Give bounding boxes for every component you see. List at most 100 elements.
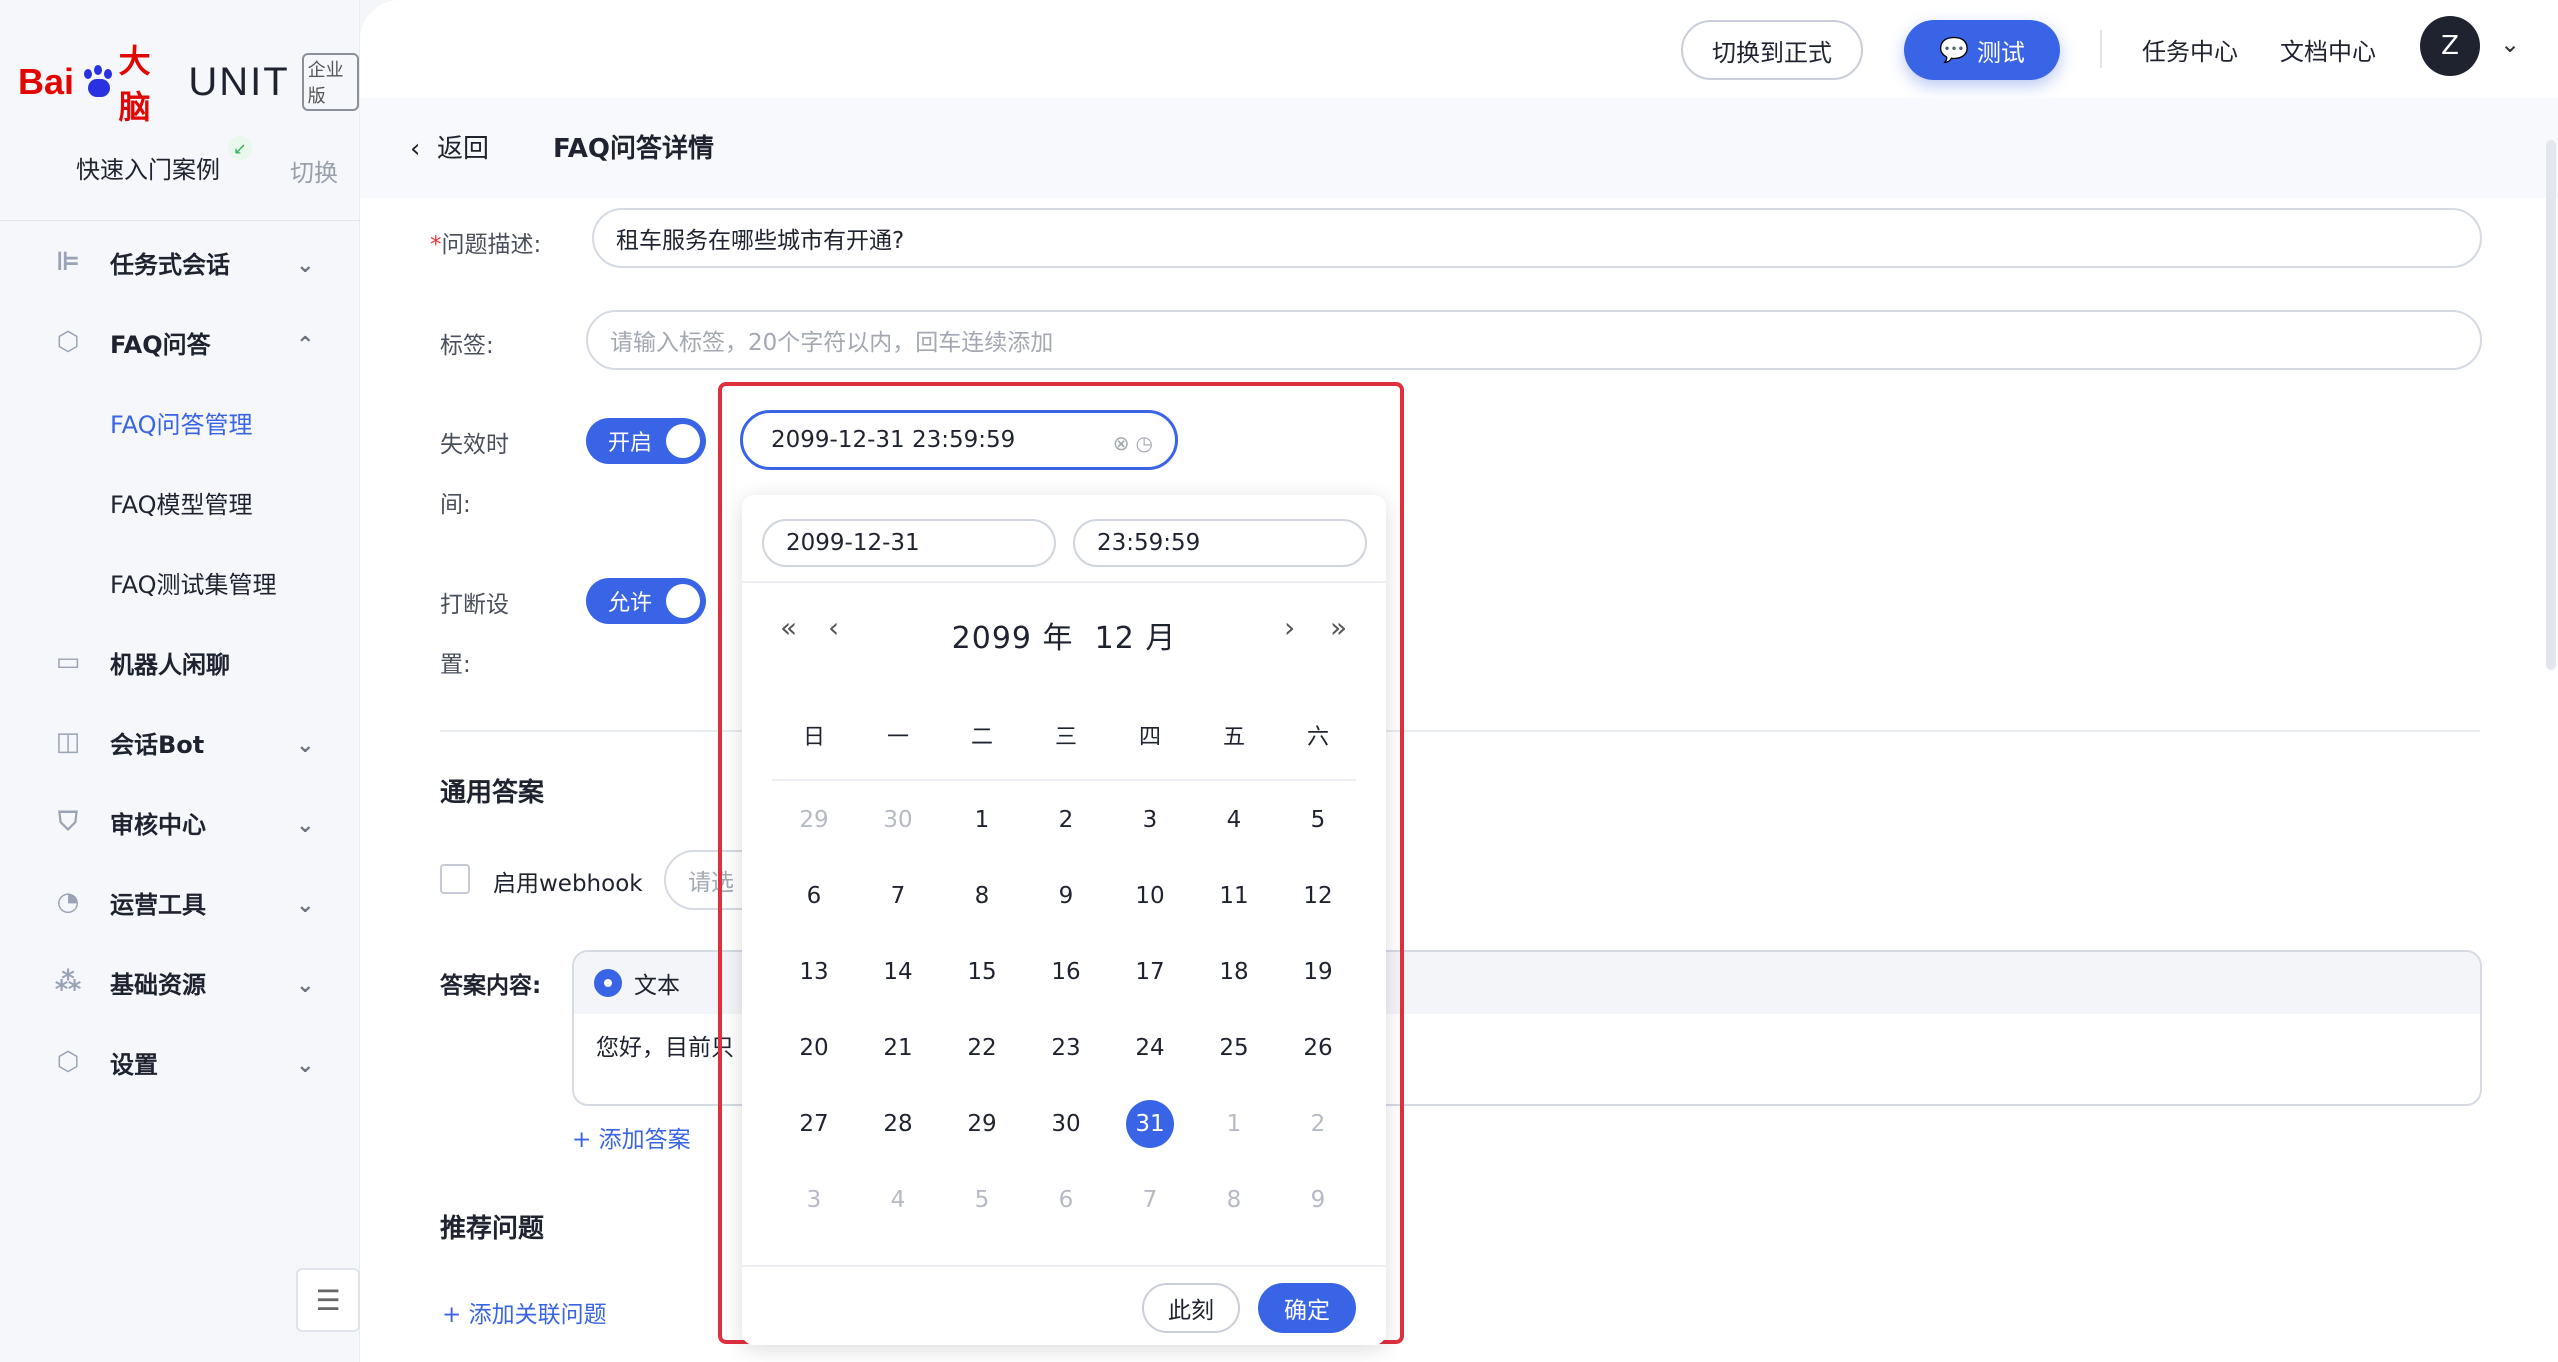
shrink-icon[interactable]: ↙ [228, 136, 252, 160]
confirm-button[interactable]: 确定 [1258, 1283, 1356, 1333]
calendar-day[interactable]: 20 [790, 1024, 838, 1072]
page-title: FAQ问答详情 [553, 134, 715, 164]
calendar-day[interactable]: 18 [1210, 948, 1258, 996]
switch-link[interactable]: 切换 [290, 153, 338, 188]
calendar-day[interactable]: 5 [1294, 796, 1342, 844]
weekday-header: 六 [1306, 725, 1329, 750]
sidebar-item-faq-testset[interactable]: FAQ测试集管理 [0, 542, 360, 622]
calendar-day[interactable]: 24 [1126, 1024, 1174, 1072]
calendar-day[interactable]: 10 [1126, 872, 1174, 920]
calendar-day[interactable]: 4 [1210, 796, 1258, 844]
calendar-day[interactable]: 5 [958, 1176, 1006, 1224]
switch-formal-button[interactable]: 切换到正式 [1681, 20, 1863, 80]
back-label: 返回 [436, 134, 489, 164]
tree-icon: ⊫ [56, 247, 80, 277]
paw-icon [82, 65, 113, 99]
logo[interactable]: Bai 大脑 UNIT 企业版 [18, 42, 359, 126]
chevron-down-icon: ⌄ [296, 1053, 315, 1078]
picker-year[interactable]: 2099 年 [952, 621, 1074, 656]
picker-date-input[interactable]: 2099-12-31 [762, 519, 1056, 567]
calendar-day[interactable]: 16 [1042, 948, 1090, 996]
calendar-day[interactable]: 17 [1126, 948, 1174, 996]
calendar-day[interactable]: 2 [1042, 796, 1090, 844]
sidebar-item-ops[interactable]: ◔ 运营工具 ⌄ [0, 862, 360, 942]
back-button[interactable]: ‹ 返回 [410, 128, 489, 165]
topbar-separator [2100, 30, 2102, 68]
datetime-input[interactable]: 2099-12-31 23:59:59 ⊗ ◷ [740, 410, 1178, 470]
calendar-day[interactable]: 3 [790, 1176, 838, 1224]
doc-center-link[interactable]: 文档中心 [2280, 32, 2376, 67]
logo-brain: 大脑 [118, 42, 151, 126]
calendar-day[interactable]: 30 [1042, 1100, 1090, 1148]
chevron-down-icon[interactable]: ⌄ [2500, 30, 2520, 58]
calendar-day[interactable]: 6 [790, 872, 838, 920]
sidebar-item-faq-model[interactable]: FAQ模型管理 [0, 462, 360, 542]
calendar-day[interactable]: 8 [1210, 1176, 1258, 1224]
calendar-day[interactable]: 31 [1126, 1100, 1174, 1148]
tags-label: 标签: [440, 333, 494, 359]
now-button[interactable]: 此刻 [1142, 1283, 1240, 1333]
tags-input[interactable]: 请输入标签，20个字符以内，回车连续添加 [586, 310, 2482, 370]
picker-time-input[interactable]: 23:59:59 [1073, 519, 1367, 567]
sidebar-item-label: 审核中心 [110, 810, 206, 839]
calendar-day[interactable]: 29 [790, 796, 838, 844]
calendar-day[interactable]: 28 [874, 1100, 922, 1148]
sidebar-item-task-dialog[interactable]: ⊫ 任务式会话 ⌄ [0, 222, 360, 302]
question-input[interactable]: 租车服务在哪些城市有开通? [592, 208, 2482, 268]
calendar-day[interactable]: 3 [1126, 796, 1174, 844]
calendar-day[interactable]: 2 [1294, 1100, 1342, 1148]
next-month-icon[interactable]: › [1284, 611, 1295, 644]
calendar-day[interactable]: 12 [1294, 872, 1342, 920]
test-button[interactable]: 💬 测试 [1904, 20, 2060, 80]
sidebar-item-review[interactable]: ⛉ 审核中心 ⌄ [0, 782, 360, 862]
answer-content-label: 答案内容: [440, 973, 542, 999]
calendar-day[interactable]: 22 [958, 1024, 1006, 1072]
radio-text[interactable] [594, 969, 622, 997]
calendar-day[interactable]: 4 [874, 1176, 922, 1224]
avatar[interactable]: Z [2420, 16, 2480, 76]
calendar-day[interactable]: 1 [958, 796, 1006, 844]
sidebar-item-faq[interactable]: ⬡ FAQ问答 ⌃ [0, 302, 360, 382]
calendar-day[interactable]: 7 [874, 872, 922, 920]
calendar-day[interactable]: 30 [874, 796, 922, 844]
calendar-day[interactable]: 7 [1126, 1176, 1174, 1224]
expire-toggle[interactable]: 开启 [586, 418, 706, 464]
add-answer-link[interactable]: + 添加答案 [572, 1120, 691, 1154]
calendar-day[interactable]: 29 [958, 1100, 1006, 1148]
calendar-day[interactable]: 9 [1294, 1176, 1342, 1224]
main-panel: 切换到正式 💬 测试 任务中心 文档中心 Z ⌄ ‹ 返回 FAQ问答详情 *问… [360, 0, 2558, 1362]
add-related-link[interactable]: + 添加关联问题 [442, 1295, 607, 1329]
calendar-day[interactable]: 14 [874, 948, 922, 996]
calendar-day[interactable]: 25 [1210, 1024, 1258, 1072]
weekday-header: 日 [802, 725, 825, 750]
sidebar-item-bot[interactable]: ◫ 会话Bot ⌄ [0, 702, 360, 782]
calendar-day[interactable]: 23 [1042, 1024, 1090, 1072]
clear-icon[interactable]: ⊗ [1113, 431, 1130, 455]
calendar-day[interactable]: 15 [958, 948, 1006, 996]
calendar-day[interactable]: 19 [1294, 948, 1342, 996]
calendar-day[interactable]: 21 [874, 1024, 922, 1072]
webhook-checkbox[interactable] [440, 864, 470, 894]
chevron-down-icon: ⌄ [296, 893, 315, 918]
sidebar-item-faq-manage[interactable]: FAQ问答管理 [0, 382, 360, 462]
sidebar-item-chitchat[interactable]: ▭ 机器人闲聊 [0, 622, 360, 702]
calendar-day[interactable]: 9 [1042, 872, 1090, 920]
next-year-icon[interactable]: » [1330, 611, 1347, 644]
calendar-day[interactable]: 26 [1294, 1024, 1342, 1072]
interrupt-toggle[interactable]: 允许 [586, 578, 706, 624]
calendar-day[interactable]: 6 [1042, 1176, 1090, 1224]
task-center-link[interactable]: 任务中心 [2142, 32, 2238, 67]
scrollbar[interactable] [2546, 140, 2556, 670]
weekday-header: 四 [1138, 725, 1161, 750]
picker-month[interactable]: 12 月 [1095, 621, 1177, 656]
calendar-day[interactable]: 1 [1210, 1100, 1258, 1148]
calendar-day[interactable]: 11 [1210, 872, 1258, 920]
sidebar-item-settings[interactable]: ⬡ 设置 ⌄ [0, 1022, 360, 1102]
calendar-day[interactable]: 8 [958, 872, 1006, 920]
interrupt-label-2: 置: [440, 652, 471, 678]
calendar-day[interactable]: 13 [790, 948, 838, 996]
collapse-sidebar-button[interactable]: ☰ [296, 1268, 360, 1332]
calendar-day[interactable]: 27 [790, 1100, 838, 1148]
chevron-left-icon: ‹ [410, 134, 437, 164]
sidebar-item-resources[interactable]: ⁂ 基础资源 ⌄ [0, 942, 360, 1022]
